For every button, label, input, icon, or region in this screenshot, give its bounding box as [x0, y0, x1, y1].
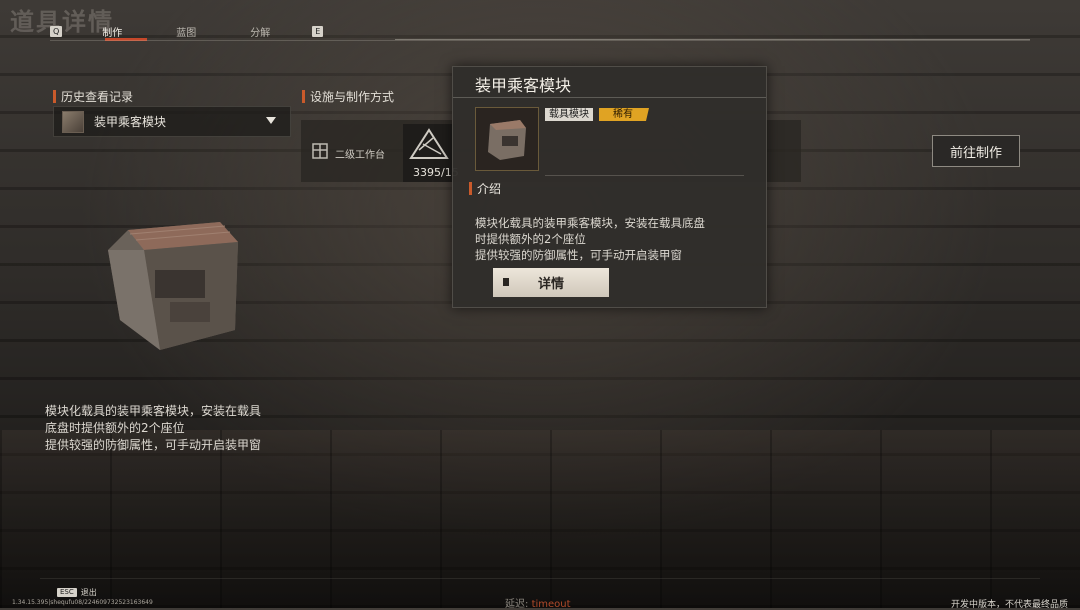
- item-thumbnail-icon: [62, 110, 84, 133]
- tooltip-desc-line: 提供较强的防御属性，可手动开启装甲窗: [475, 248, 682, 262]
- latency-value: timeout: [531, 599, 571, 610]
- header-divider-accent: [395, 39, 1030, 40]
- go-craft-button[interactable]: 前往制作: [932, 135, 1020, 167]
- dev-build-disclaimer: 开发中版本，不代表最终品质: [950, 600, 1068, 610]
- exit-label: 退出: [80, 588, 97, 597]
- footer-divider: [40, 578, 1040, 579]
- latency-label: 延迟:: [505, 599, 529, 610]
- tooltip-desc-line: 时提供额外的2个座位: [475, 232, 586, 246]
- prev-tab-key[interactable]: Q: [50, 25, 63, 37]
- tab-craft[interactable]: 制作: [100, 24, 124, 39]
- workbench-label: 二级工作台: [335, 150, 385, 161]
- exit-hint[interactable]: ESC 退出: [57, 587, 97, 598]
- next-tab-key[interactable]: E: [312, 25, 324, 37]
- intro-heading: 介绍: [469, 180, 501, 197]
- workbench-icon: [312, 143, 328, 159]
- esc-key: ESC: [57, 588, 77, 597]
- section-marker: [469, 182, 472, 195]
- history-dropdown[interactable]: 装甲乘客模块: [53, 106, 291, 137]
- left-item-description: 模块化载具的装甲乘客模块，安装在载具 底盘时提供额外的2个座位 提供较强的防御属…: [45, 403, 285, 454]
- details-button[interactable]: 详情: [493, 268, 609, 297]
- type-tag: 载具模块: [545, 108, 593, 121]
- tab-blueprint[interactable]: 蓝图: [174, 24, 198, 39]
- intro-title: 介绍: [477, 182, 502, 196]
- facility-section-heading: 设施与制作方式: [302, 88, 394, 105]
- tooltip-description: 模块化载具的装甲乘客模块，安装在载具底盘 时提供额外的2个座位 提供较强的防御属…: [475, 215, 760, 263]
- details-button-label: 详情: [537, 277, 564, 292]
- tab-bar: Q 制作 蓝图 分解 E: [50, 22, 324, 40]
- armored-module-icon: [488, 120, 526, 160]
- history-selected-item: 装甲乘客模块: [94, 115, 167, 129]
- dropdown-arrow-icon: [266, 117, 276, 124]
- history-section-heading: 历史查看记录: [53, 88, 133, 105]
- history-title: 历史查看记录: [61, 90, 134, 104]
- tooltip-separator: [545, 175, 744, 176]
- section-marker: [53, 90, 56, 103]
- build-version: 1.34.15.395|shequfu08/2246097325231636​4…: [12, 599, 153, 606]
- section-marker: [302, 90, 305, 103]
- item-tooltip-panel: 装甲乘客模块 载具模块 稀有 介绍 模块化载具的装甲乘客模块，安装在载具底盘 时…: [452, 66, 767, 308]
- tooltip-desc-line: 模块化载具的装甲乘客模块，安装在载具底盘: [475, 216, 705, 230]
- tooltip-divider: [453, 97, 766, 98]
- tooltip-tags: 载具模块 稀有: [545, 108, 649, 121]
- item-model-image: [108, 222, 238, 350]
- background-floor: [0, 430, 1080, 608]
- tooltip-title: 装甲乘客模块: [475, 76, 572, 95]
- left-desc-line: 提供较强的防御属性，可手动开启装甲窗: [45, 438, 262, 452]
- facility-title: 设施与制作方式: [310, 90, 395, 104]
- left-desc-line: 底盘时提供额外的2个座位: [45, 421, 185, 435]
- tab-disassemble[interactable]: 分解: [248, 24, 272, 39]
- tooltip-item-slot: [475, 107, 539, 171]
- rarity-tag: 稀有: [599, 108, 649, 121]
- left-desc-line: 模块化载具的装甲乘客模块，安装在载具: [45, 404, 262, 418]
- book-icon: [503, 278, 509, 286]
- material-icon: [409, 128, 449, 159]
- header-divider: [50, 40, 1030, 41]
